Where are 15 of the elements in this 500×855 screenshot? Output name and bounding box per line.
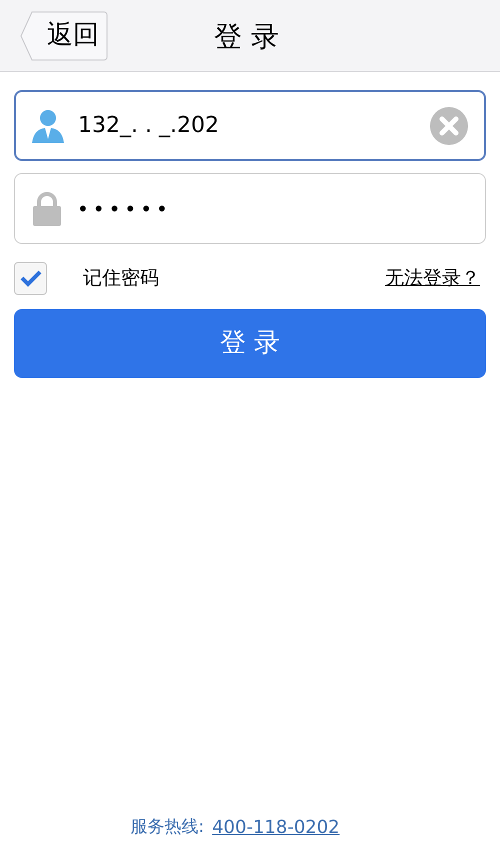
login-button[interactable]: 登 录 — [14, 309, 486, 378]
remember-label: 记住密码 — [83, 266, 160, 291]
password-value: •••••• — [77, 196, 172, 222]
remember-checkbox[interactable] — [14, 262, 47, 294]
checkmark-icon — [20, 269, 42, 287]
page-title: 登 录 — [214, 19, 279, 55]
hotline-label: 服务热线: — [130, 816, 204, 839]
cannot-login-link[interactable]: 无法登录？ — [385, 264, 480, 292]
back-button[interactable]: 返回 — [20, 10, 108, 60]
username-field[interactable]: 132_. . _.202 — [14, 90, 486, 161]
password-field[interactable]: •••••• — [14, 173, 486, 244]
username-value: 132_. . _.202 — [78, 112, 220, 140]
padlock-icon — [33, 192, 61, 226]
person-icon — [32, 108, 64, 142]
hotline-phone-link[interactable]: 400-118-0202 — [212, 814, 340, 841]
